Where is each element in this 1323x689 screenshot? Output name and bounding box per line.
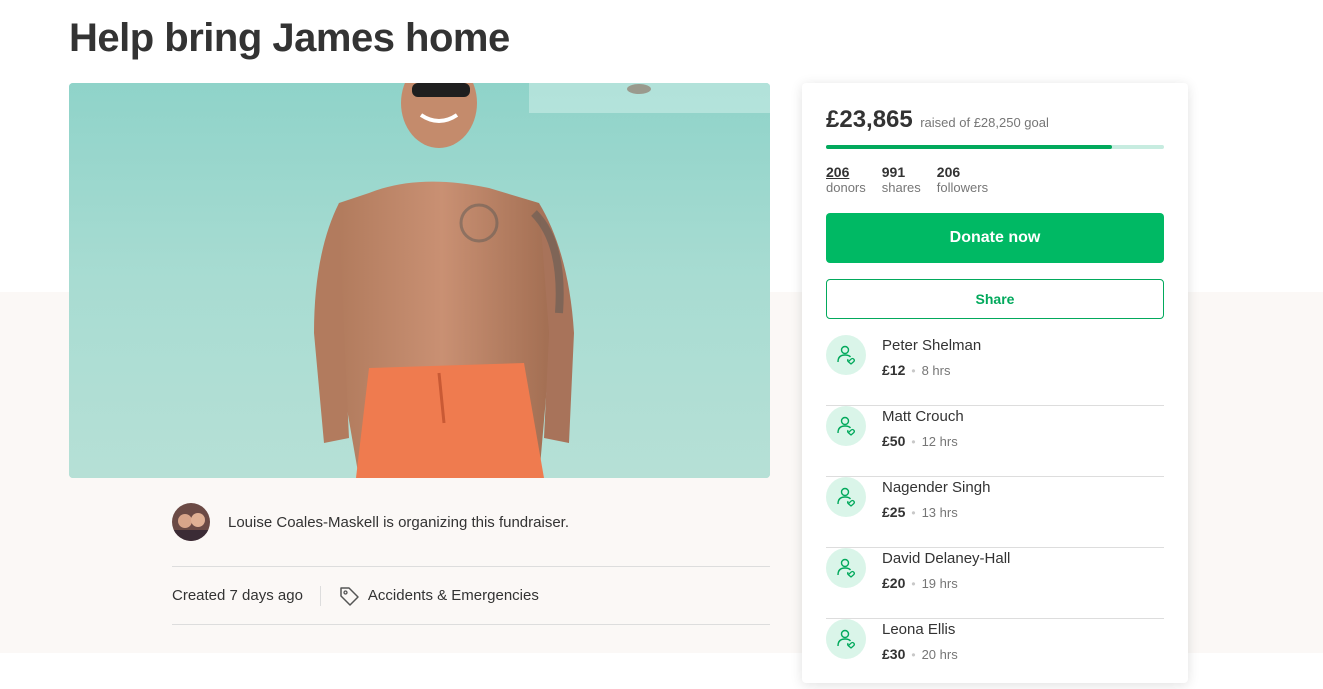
- organizer-row: Louise Coales-Maskell is organizing this…: [172, 503, 569, 541]
- created-date: Created 7 days ago: [172, 587, 303, 604]
- donor-name: Nagender Singh: [882, 479, 991, 496]
- donor-heart-icon: [826, 477, 866, 517]
- separator-dot: •: [911, 648, 916, 662]
- campaign-photo: [69, 83, 770, 478]
- separator-dot: •: [911, 506, 916, 520]
- donor-heart-icon: [826, 548, 866, 588]
- stat-shares: 991 shares: [882, 164, 921, 196]
- donor-name: Leona Ellis: [882, 621, 956, 638]
- donation-details: £50 • 12 hrs: [882, 433, 958, 449]
- donor-name: Matt Crouch: [882, 408, 964, 425]
- donation-time: 8 hrs: [921, 363, 951, 378]
- donation-time: 12 hrs: [921, 434, 958, 449]
- stat-followers: 206 followers: [937, 164, 988, 196]
- stats-row: 206 donors 991 shares 206 followers: [826, 164, 1004, 196]
- donation-item: Nagender Singh £25 • 13 hrs: [826, 477, 1164, 548]
- campaign-meta: Created 7 days ago Accidents & Emergenci…: [172, 566, 770, 625]
- share-button[interactable]: Share: [826, 279, 1164, 319]
- progress-bar: [826, 145, 1164, 149]
- donor-heart-icon: [826, 619, 866, 659]
- donor-name: David Delaney-Hall: [882, 550, 1011, 567]
- donation-amount: £20: [882, 575, 906, 591]
- stat-label: shares: [881, 180, 921, 195]
- progress-fill: [826, 145, 1112, 149]
- stat-value: 206: [936, 164, 961, 180]
- donation-time: 19 hrs: [921, 576, 958, 591]
- donation-details: £25 • 13 hrs: [882, 504, 958, 520]
- donation-time: 20 hrs: [921, 647, 958, 662]
- donation-details: £20 • 19 hrs: [882, 575, 958, 591]
- stat-value: 206: [826, 164, 850, 180]
- donation-amount: £30: [882, 646, 906, 662]
- donation-amount: £12: [882, 362, 906, 378]
- stat-label: followers: [936, 180, 989, 195]
- donation-item: Leona Ellis £30 • 20 hrs: [826, 619, 1164, 689]
- donation-time: 13 hrs: [921, 505, 958, 520]
- donation-item: David Delaney-Hall £20 • 19 hrs: [826, 548, 1164, 619]
- organizer-avatar[interactable]: [172, 503, 210, 541]
- donor-heart-icon: [826, 406, 866, 446]
- stat-value: 991: [881, 164, 906, 180]
- donor-heart-icon: [826, 335, 866, 375]
- donation-amount: £25: [882, 504, 906, 520]
- raised-summary: £23,865 raised of £28,250 goal: [826, 106, 1049, 134]
- separator-dot: •: [911, 435, 916, 449]
- donation-details: £12 • 8 hrs: [882, 362, 950, 378]
- stat-label: donors: [826, 180, 866, 195]
- donation-details: £30 • 20 hrs: [882, 646, 958, 662]
- stat-donors[interactable]: 206 donors: [826, 164, 866, 196]
- organizer-text: Louise Coales-Maskell is organizing this…: [228, 513, 570, 531]
- tag-icon: [338, 585, 360, 607]
- separator-dot: •: [911, 577, 916, 591]
- donor-name: Peter Shelman: [882, 337, 982, 354]
- donation-panel: £23,865 raised of £28,250 goal 206 donor…: [802, 83, 1188, 683]
- separator-dot: •: [911, 364, 916, 378]
- donation-item: Matt Crouch £50 • 12 hrs: [826, 406, 1164, 477]
- donation-amount: £50: [882, 433, 906, 449]
- raised-amount: £23,865: [826, 106, 913, 133]
- donation-item: Peter Shelman £12 • 8 hrs: [826, 335, 1164, 406]
- donate-now-button[interactable]: Donate now: [826, 213, 1164, 263]
- goal-text: raised of £28,250 goal: [920, 115, 1049, 130]
- page-title: Help bring James home: [69, 16, 510, 60]
- category-link[interactable]: Accidents & Emergencies: [368, 587, 539, 604]
- recent-donations-list: Peter Shelman £12 • 8 hrs Matt Crouch £50 •…: [826, 335, 1164, 689]
- meta-divider: [319, 585, 321, 606]
